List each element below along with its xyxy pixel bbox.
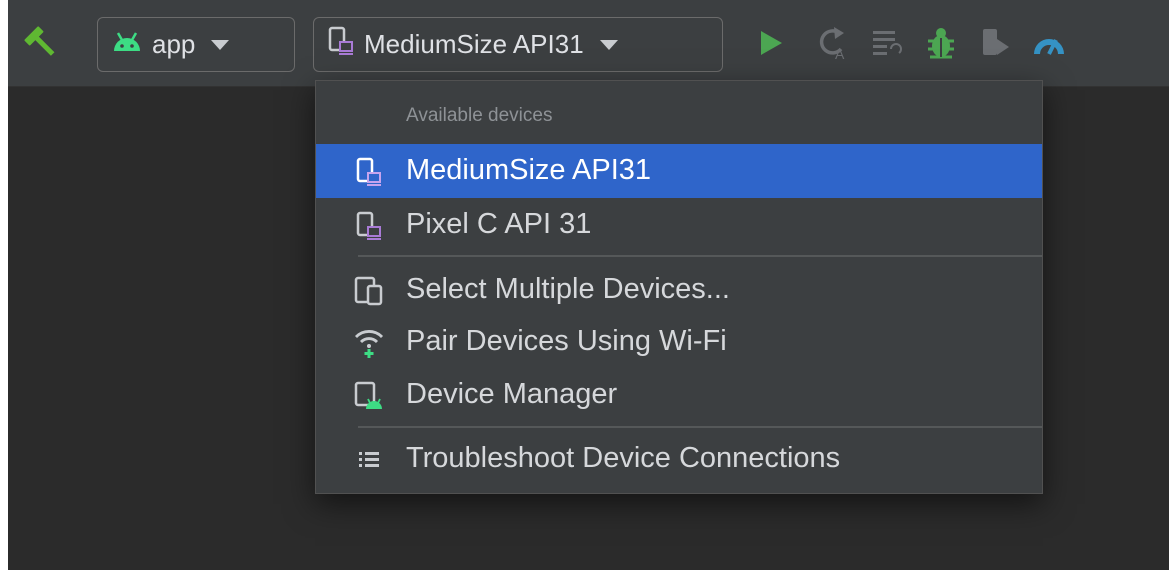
menu-item-label: Pair Devices Using Wi-Fi bbox=[406, 325, 727, 357]
multiple-devices-icon bbox=[354, 276, 384, 306]
wifi-pair-icon bbox=[354, 328, 384, 358]
chevron-down-icon bbox=[599, 39, 618, 50]
device-item-label: MediumSize API31 bbox=[406, 154, 652, 186]
device-icon bbox=[354, 211, 384, 241]
select-multiple-devices-item[interactable]: Select Multiple Devices... bbox=[316, 263, 1042, 317]
device-manager-icon bbox=[354, 381, 384, 411]
device-manager-item[interactable]: Device Manager bbox=[316, 368, 1042, 422]
device-label: MediumSize API31 bbox=[364, 29, 584, 59]
device-item-mediumsize[interactable]: MediumSize API31 bbox=[316, 144, 1042, 198]
device-item-label: Pixel C API 31 bbox=[406, 208, 592, 240]
attach-debugger-icon[interactable] bbox=[976, 24, 1012, 62]
module-selector[interactable]: app bbox=[97, 17, 295, 72]
device-item-pixel-c[interactable]: Pixel C API 31 bbox=[316, 198, 1042, 252]
bug-icon[interactable] bbox=[923, 24, 959, 62]
menu-separator bbox=[358, 426, 1042, 428]
run-icon[interactable] bbox=[756, 28, 786, 58]
chevron-down-icon bbox=[211, 39, 230, 50]
menu-item-label: Device Manager bbox=[406, 378, 618, 410]
svg-text:A: A bbox=[835, 46, 845, 61]
device-selector[interactable]: MediumSize API31 bbox=[313, 17, 723, 72]
window-edge bbox=[0, 0, 8, 570]
device-icon bbox=[328, 26, 354, 63]
menu-item-label: Select Multiple Devices... bbox=[406, 273, 730, 305]
menu-item-label: Troubleshoot Device Connections bbox=[406, 442, 841, 474]
android-icon bbox=[112, 29, 142, 60]
apply-changes-icon[interactable]: A bbox=[816, 24, 852, 62]
main-toolbar: app MediumSize API31 A bbox=[8, 0, 1169, 87]
menu-separator bbox=[358, 255, 1042, 257]
apply-code-changes-icon[interactable] bbox=[870, 26, 904, 60]
device-icon bbox=[354, 157, 384, 187]
device-dropdown-menu: Available devices MediumSize API31 Pixel… bbox=[315, 80, 1043, 494]
hammer-icon[interactable] bbox=[22, 24, 60, 62]
troubleshoot-connections-item[interactable]: Troubleshoot Device Connections bbox=[316, 432, 1042, 486]
menu-header: Available devices bbox=[406, 105, 553, 126]
profiler-icon[interactable] bbox=[1030, 26, 1068, 60]
pair-devices-wifi-item[interactable]: Pair Devices Using Wi-Fi bbox=[316, 315, 1042, 369]
module-label: app bbox=[152, 29, 196, 59]
list-icon bbox=[354, 445, 384, 475]
